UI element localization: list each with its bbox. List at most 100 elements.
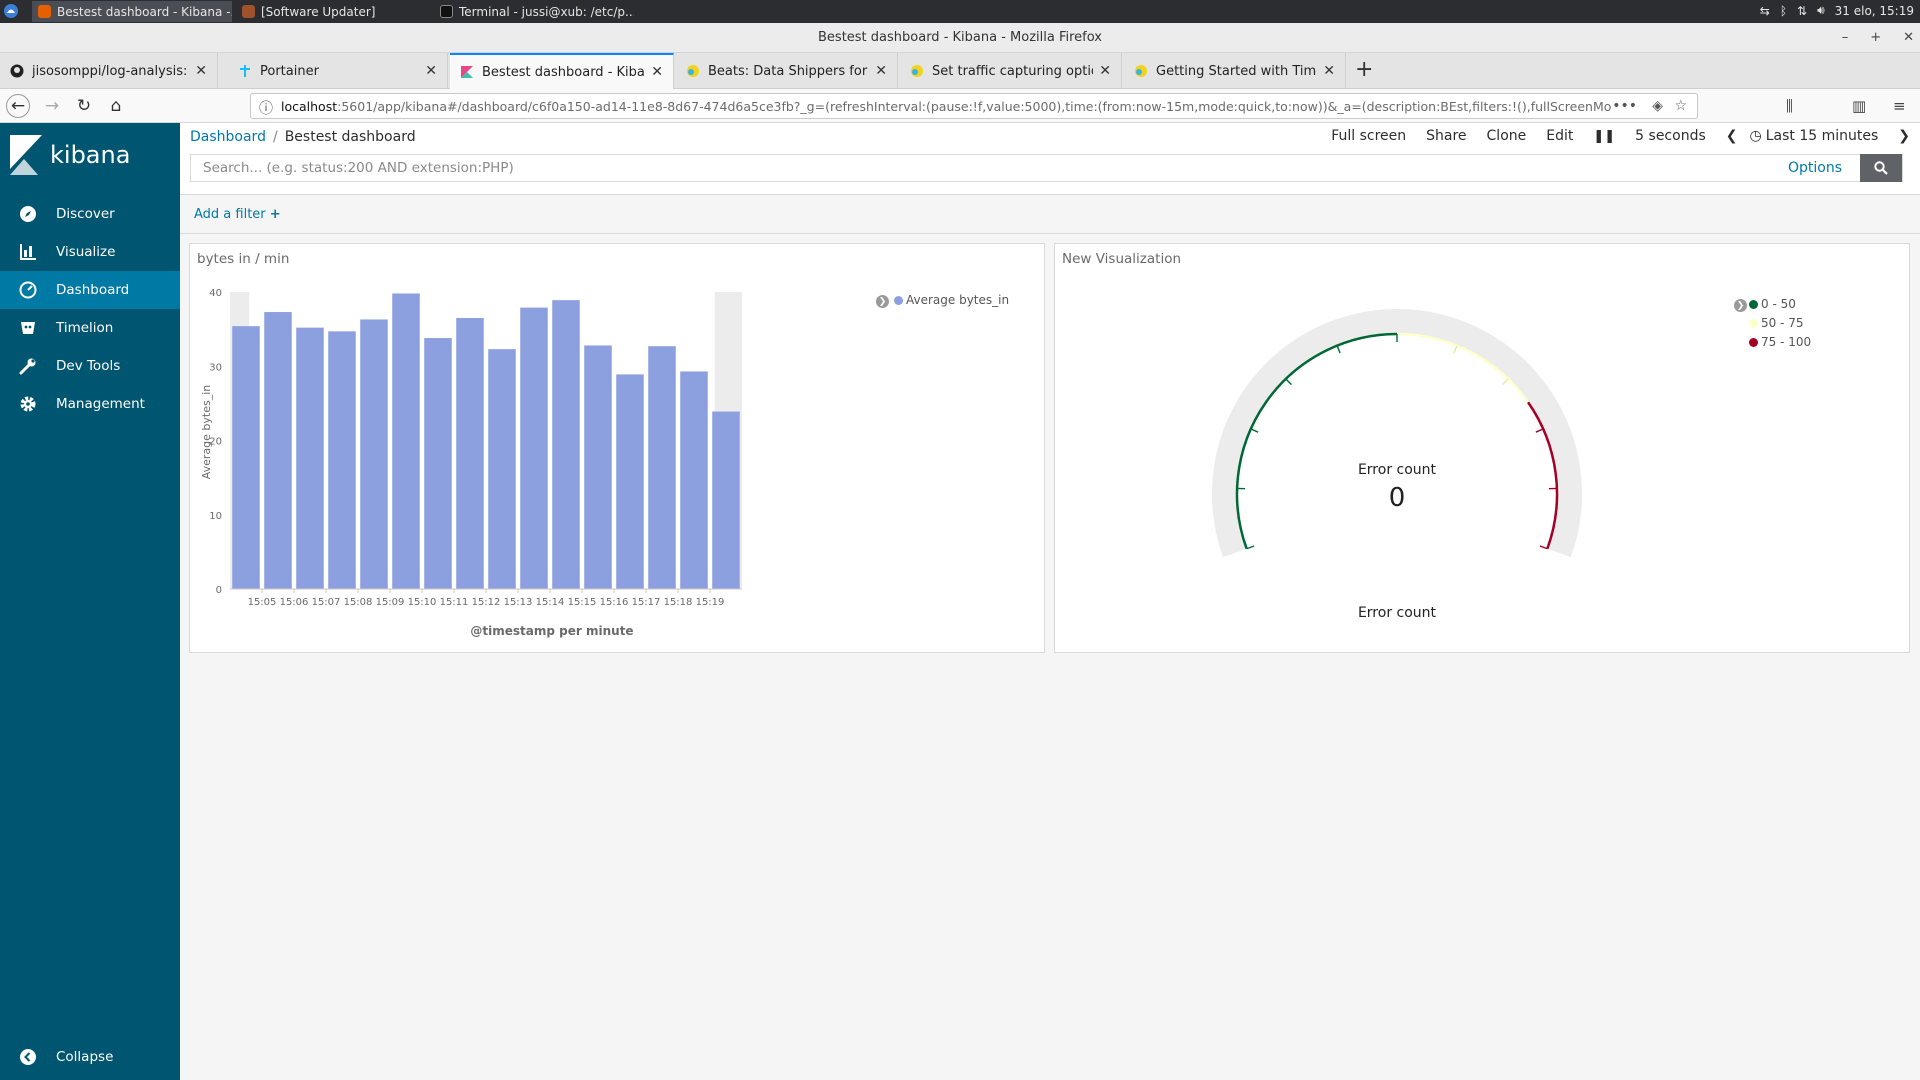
edit-button[interactable]: Edit [1536,128,1583,144]
legend-toggle-icon[interactable]: ❯ [876,295,889,308]
sidebar-toggle-icon[interactable]: ▥ [1852,97,1866,115]
bookmark-star-icon[interactable]: ☆ [1674,98,1687,114]
legend-item[interactable]: 75 - 100 [1749,335,1811,349]
minimize-icon[interactable]: – [1842,23,1849,53]
bar [360,319,388,589]
browser-tab-active[interactable]: Bestest dashboard - Kibana ✕ [450,53,674,89]
browser-tab[interactable]: Portainer ✕ [228,53,448,89]
legend-item[interactable]: 50 - 75 [1749,316,1804,330]
plus-icon: + [269,207,281,222]
compass-icon [0,205,56,223]
fullscreen-button[interactable]: Full screen [1321,128,1416,144]
whisker-menu-icon[interactable] [3,3,19,19]
browser-tab-label: Set traffic capturing options [932,63,1093,79]
bluetooth-icon[interactable]: ᛒ [1780,4,1787,18]
url-bar[interactable]: ⓘ localhost:5601/app/kibana#/dashboard/c… [250,93,1698,119]
wrench-icon [0,357,56,375]
time-picker-button[interactable]: ◷ Last 15 minutes [1748,128,1889,144]
search-input[interactable] [191,155,1851,181]
sidebar-item-label: Visualize [56,244,116,260]
x-tick-label: 15:06 [280,597,309,608]
browser-tab[interactable]: jisosomppi/log-analysis: Logg ✕ [0,53,218,89]
pause-icon[interactable]: ❚❚ [1583,129,1625,144]
gauge-value: 0 [1389,483,1406,513]
search-submit-button[interactable] [1860,154,1902,182]
y-tick-label: 10 [209,511,222,522]
page-actions-icon[interactable]: ••• [1612,98,1637,114]
browser-tab[interactable]: Getting Started with Time Ser ✕ [1124,53,1346,89]
reload-button[interactable]: ↻ [72,94,96,118]
x-tick-label: 15:12 [472,597,501,608]
legend-label: Average bytes_in [906,293,1010,307]
close-tab-icon[interactable]: ✕ [1323,63,1335,79]
gauge-band-arc [1235,332,1398,550]
x-tick-label: 15:14 [536,597,565,608]
elastic-icon [686,64,700,78]
sidebar-item-management[interactable]: Management [0,385,180,423]
x-tick-label: 15:08 [344,597,373,608]
window-title: Bestest dashboard - Kibana - Mozilla Fir… [818,30,1102,45]
close-tab-icon[interactable]: ✕ [195,63,207,79]
legend-dot [894,295,903,305]
legend-label: 50 - 75 [1761,316,1804,330]
browser-tab[interactable]: Beats: Data Shippers for Elas ✕ [676,53,898,89]
kibana-logo[interactable]: kibana [8,135,130,175]
breadcrumb-dashboard-link[interactable]: Dashboard [190,129,266,145]
maximize-icon[interactable]: + [1870,23,1881,53]
new-tab-button[interactable]: + [1355,57,1373,83]
bar [584,345,612,589]
legend-dot [1749,337,1758,347]
bar [712,411,740,589]
sidebar-item-devtools[interactable]: Dev Tools [0,347,180,385]
taskbar-task-terminal[interactable]: Terminal - jussi@xub: /etc/p... [434,1,634,22]
taskbar-task-updater[interactable]: [Software Updater] [236,1,426,22]
add-filter-button[interactable]: Add a filter + [194,207,281,222]
share-button[interactable]: Share [1416,128,1476,144]
gauge-panel: New Visualization Error count 0 Error co… [1054,243,1910,653]
refresh-interval-button[interactable]: 5 seconds [1625,128,1716,144]
close-tab-icon[interactable]: ✕ [651,64,663,80]
options-button[interactable]: Options [1788,160,1842,176]
sidebar-item-discover[interactable]: Discover [0,195,180,233]
firefox-icon [38,5,51,18]
transfer-icon[interactable]: ⇅ [1797,4,1807,18]
sidebar-item-timelion[interactable]: Timelion [0,309,180,347]
clock-icon: ◷ [1749,128,1762,144]
close-window-icon[interactable]: ✕ [1903,23,1914,53]
add-filter-label: Add a filter [194,207,266,222]
forward-button[interactable]: → [40,94,64,118]
gauge-tick [1250,428,1259,433]
hamburger-menu-icon[interactable]: ≡ [1893,97,1906,115]
browser-tab[interactable]: Set traffic capturing options ✕ [900,53,1122,89]
sidebar-item-visualize[interactable]: Visualize [0,233,180,271]
gauge-tick [1502,378,1509,386]
x-tick-label: 15:07 [312,597,341,608]
pocket-icon[interactable]: ◈ [1652,98,1663,114]
info-icon[interactable]: ⓘ [259,98,273,118]
legend-item[interactable]: 0 - 50 [1749,297,1796,311]
home-button[interactable]: ⌂ [104,94,128,118]
sidebar-item-dashboard[interactable]: Dashboard [0,271,180,309]
legend-item[interactable]: Average bytes_in [894,293,1009,307]
close-tab-icon[interactable]: ✕ [425,63,437,79]
time-forward-icon[interactable]: ❯ [1888,128,1920,144]
back-button[interactable]: ← [6,94,30,118]
taskbar-task-label: [Software Updater] [261,4,376,19]
close-tab-icon[interactable]: ✕ [1099,63,1111,79]
time-back-icon[interactable]: ❮ [1716,128,1748,144]
library-icon[interactable]: ⫼ [1786,97,1793,115]
breadcrumb: Dashboard / Bestest dashboard [190,129,416,145]
gauge-tick [1285,378,1292,386]
network-icon[interactable]: ⇆ [1760,4,1770,18]
taskbar-task-firefox[interactable]: Bestest dashboard - Kibana -... [32,1,232,22]
clock[interactable]: 31 elo, 15:19 [1835,4,1914,18]
close-tab-icon[interactable]: ✕ [875,63,887,79]
collapse-button[interactable]: Collapse [0,1042,180,1072]
browser-tab-label: Beats: Data Shippers for Elas [708,63,869,79]
breadcrumb-separator: / [272,129,278,145]
legend-toggle-icon[interactable]: ❯ [1734,299,1747,312]
browser-tabstrip: jisosomppi/log-analysis: Logg ✕ Portaine… [0,53,1920,89]
clone-button[interactable]: Clone [1477,128,1537,144]
taskbar-task-label: Bestest dashboard - Kibana -... [57,4,232,19]
volume-icon[interactable]: 🔊︎ [1817,3,1825,18]
